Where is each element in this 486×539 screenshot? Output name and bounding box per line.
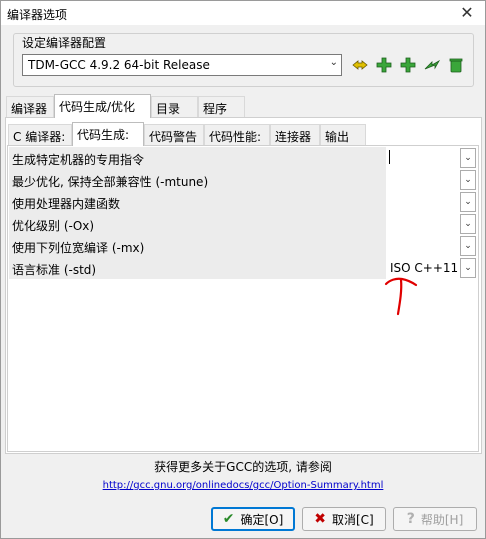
- option-value-text: ISO C++11: [390, 261, 459, 275]
- red-arrow-annotation: [384, 277, 418, 316]
- compiler-set-value: TDM-GCC 4.9.2 64-bit Release: [28, 58, 210, 72]
- ok-button[interactable]: ✔ 确定[O]: [211, 507, 295, 531]
- tab-c-compiler[interactable]: C 编译器:: [8, 124, 72, 145]
- option-label: 语言标准 (-std): [12, 263, 97, 277]
- chevron-down-icon: ⌄: [464, 219, 472, 229]
- close-button[interactable]: ✕: [457, 3, 477, 23]
- option-row: 最少优化, 保持全部兼容性 (-mtune): [9, 169, 386, 191]
- option-value[interactable]: [386, 213, 459, 235]
- option-dropdown-button[interactable]: ⌄: [460, 214, 476, 234]
- compiler-set-select[interactable]: TDM-GCC 4.9.2 64-bit Release ⌄: [22, 54, 342, 76]
- add-compiler-button[interactable]: [374, 55, 394, 75]
- option-row: 语言标准 (-std): [9, 257, 386, 279]
- tab-output[interactable]: 输出: [320, 124, 366, 145]
- text-caret: [389, 150, 390, 164]
- help-label: 帮助[H]: [420, 512, 464, 527]
- option-label: 使用下列位宽编译 (-mx): [12, 241, 145, 255]
- option-row: 优化级别 (-Ox): [9, 213, 386, 235]
- chevron-down-icon: ⌄: [464, 175, 472, 185]
- cancel-button[interactable]: ✖ 取消[C]: [302, 507, 386, 531]
- add-icon: [376, 57, 392, 73]
- option-dropdown-button[interactable]: ⌄: [460, 170, 476, 190]
- footer-help-link[interactable]: http://gcc.gnu.org/onlinedocs/gcc/Option…: [0, 480, 486, 491]
- ok-label: 确定[O]: [240, 512, 284, 527]
- add-new-compiler-button[interactable]: [398, 55, 418, 75]
- option-row: 使用处理器内建函数: [9, 191, 386, 213]
- tab-profiling[interactable]: 代码性能:: [204, 124, 270, 145]
- tab-linker[interactable]: 连接器: [270, 124, 320, 145]
- option-label: 优化级别 (-Ox): [12, 219, 95, 233]
- chevron-down-icon: ⌄: [464, 153, 472, 163]
- option-row: 使用下列位宽编译 (-mx): [9, 235, 386, 257]
- chevron-down-icon: ⌄: [329, 57, 338, 68]
- help-button: ? 帮助[H]: [393, 507, 477, 531]
- window-title: 编译器选项: [7, 8, 68, 22]
- help-icon: ?: [406, 511, 415, 527]
- rename-icon: [352, 60, 368, 70]
- footer-help-text: 获得更多关于GCC的选项, 请参阅: [154, 460, 332, 474]
- tab-compiler[interactable]: 编译器: [6, 96, 54, 117]
- option-value[interactable]: [386, 147, 459, 169]
- tab-directories[interactable]: 目录: [151, 96, 198, 117]
- tab-codegen[interactable]: 代码生成:: [72, 122, 144, 146]
- x-icon: ✖: [314, 511, 326, 527]
- option-value[interactable]: [386, 169, 459, 191]
- option-row: 生成特定机器的专用指令: [9, 147, 386, 169]
- option-dropdown-button[interactable]: ⌄: [460, 148, 476, 168]
- option-dropdown-button[interactable]: ⌄: [460, 192, 476, 212]
- option-label: 生成特定机器的专用指令: [12, 153, 145, 167]
- option-label: 使用处理器内建函数: [12, 197, 121, 211]
- title-bar: 编译器选项 ✕: [1, 1, 485, 25]
- cancel-label: 取消[C]: [331, 512, 374, 527]
- chevron-down-icon: ⌄: [464, 241, 472, 251]
- option-value[interactable]: [386, 235, 459, 257]
- chevron-down-icon: ⌄: [464, 263, 472, 273]
- chevron-down-icon: ⌄: [464, 197, 472, 207]
- option-value[interactable]: [386, 191, 459, 213]
- compiler-set-label: 设定编译器配置: [20, 34, 109, 51]
- add-new-icon: [400, 57, 416, 73]
- option-dropdown-button[interactable]: ⌄: [460, 236, 476, 256]
- arrow-right-icon: [424, 59, 441, 70]
- trash-icon: [449, 58, 463, 73]
- delete-compiler-button[interactable]: [446, 55, 466, 75]
- tab-codegen-optimize[interactable]: 代码生成/优化: [54, 94, 151, 118]
- option-label: 最少优化, 保持全部兼容性 (-mtune): [12, 175, 209, 189]
- tab-warnings[interactable]: 代码警告: [144, 124, 204, 145]
- option-dropdown-button[interactable]: ⌄: [460, 258, 476, 278]
- check-icon: ✔: [222, 511, 235, 527]
- rename-button[interactable]: [350, 55, 370, 75]
- rename-compiler-button[interactable]: [422, 55, 442, 75]
- tab-programs[interactable]: 程序: [198, 96, 245, 117]
